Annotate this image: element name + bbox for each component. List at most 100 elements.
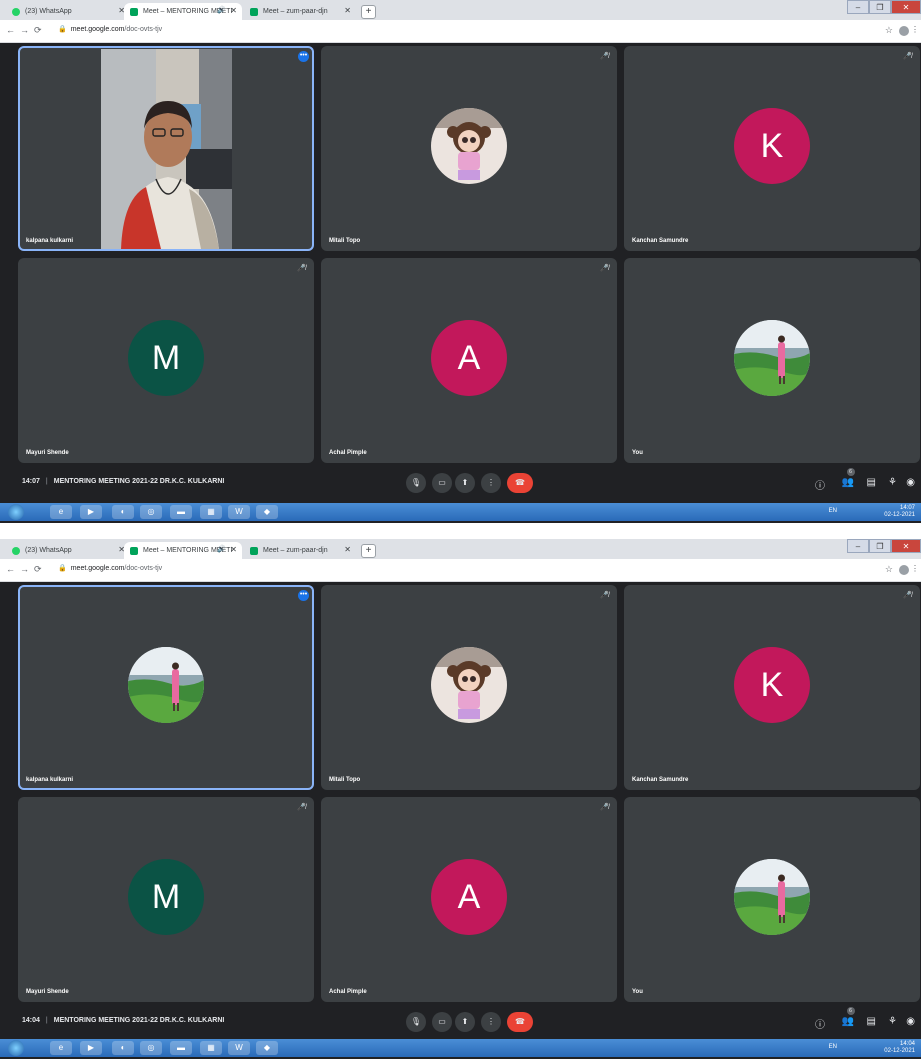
- participant-tile[interactable]: ••• kalpana kulkarni: [18, 46, 314, 251]
- calendar-icon[interactable]: ▦: [200, 1041, 222, 1055]
- tab-meet-other[interactable]: Meet – zum-paar-djn ✕: [244, 542, 356, 559]
- minimize-button[interactable]: –: [847, 539, 869, 553]
- participant-tile[interactable]: You: [624, 797, 920, 1002]
- word-icon[interactable]: W: [228, 1041, 250, 1055]
- meeting-details[interactable]: 14:04 | MENTORING MEETING 2021-22 DR.K.C. …: [22, 1017, 224, 1024]
- extension-icon[interactable]: [899, 565, 909, 575]
- activities-icon[interactable]: ⚘: [888, 477, 897, 488]
- chat-icon[interactable]: ▤: [867, 477, 876, 488]
- media-player-icon[interactable]: ▶: [80, 505, 102, 519]
- close-icon[interactable]: ✕: [344, 6, 351, 15]
- mic-off-icon: 🎤̸: [600, 804, 609, 811]
- close-icon[interactable]: ✕: [344, 545, 351, 554]
- meeting-time: 14:04: [22, 1017, 40, 1024]
- bookmark-star-icon[interactable]: ☆: [885, 25, 893, 36]
- media-player-icon[interactable]: ▶: [80, 1041, 102, 1055]
- participant-tile[interactable]: You: [624, 258, 920, 463]
- new-tab-button[interactable]: +: [361, 5, 376, 19]
- present-button[interactable]: ⬆: [455, 473, 475, 493]
- participant-tile[interactable]: 🎤̸ Mitali Topo: [321, 585, 617, 790]
- folder-icon[interactable]: ▬: [170, 505, 192, 519]
- forward-icon[interactable]: →: [20, 564, 29, 574]
- present-button[interactable]: ⬆: [455, 1012, 475, 1032]
- bookmark-star-icon[interactable]: ☆: [885, 564, 893, 575]
- restore-button[interactable]: ❐: [869, 539, 891, 553]
- tab-meet-active[interactable]: Meet – MENTORING MEETI 🔊 ✕: [124, 3, 242, 20]
- url-field[interactable]: 🔒 meet.google.com/doc-ovts-tjv: [58, 25, 162, 33]
- tab-whatsapp[interactable]: (23) WhatsApp ✕: [6, 3, 130, 20]
- new-tab-button[interactable]: +: [361, 544, 376, 558]
- participant-tile[interactable]: A 🎤̸ Achal Pimple: [321, 258, 617, 463]
- close-icon[interactable]: ✕: [230, 545, 237, 554]
- start-button[interactable]: [8, 504, 24, 520]
- info-icon[interactable]: ⓘ: [815, 477, 825, 492]
- leave-call-button[interactable]: ☎: [507, 473, 533, 493]
- speaker-icon[interactable]: 🔊: [217, 545, 226, 553]
- browser-menu-icon[interactable]: ⋮: [911, 564, 919, 573]
- mic-off-icon: 🎤̸: [600, 53, 609, 60]
- pdf-icon[interactable]: ◆: [256, 505, 278, 519]
- participant-tile[interactable]: ••• kalpana kulkarni: [18, 585, 314, 790]
- forward-icon[interactable]: →: [20, 25, 29, 35]
- participant-tile[interactable]: K 🎤̸ Kanchan Samundre: [624, 46, 920, 251]
- system-clock[interactable]: 14:07 02-12-2021: [884, 505, 915, 519]
- chat-icon[interactable]: ▤: [867, 1016, 876, 1027]
- tab-whatsapp[interactable]: (23) WhatsApp ✕: [6, 542, 130, 559]
- more-options-button[interactable]: ⋮: [481, 473, 501, 493]
- back-icon[interactable]: ←: [6, 564, 15, 574]
- word-icon[interactable]: W: [228, 505, 250, 519]
- minimize-button[interactable]: –: [847, 0, 869, 14]
- camera-button[interactable]: ▭: [432, 473, 452, 493]
- reload-icon[interactable]: ⟳: [34, 564, 42, 575]
- more-options-button[interactable]: ⋮: [481, 1012, 501, 1032]
- participant-tile[interactable]: A 🎤̸ Achal Pimple: [321, 797, 617, 1002]
- leave-call-button[interactable]: ☎: [507, 1012, 533, 1032]
- ie-icon[interactable]: e: [50, 1041, 72, 1055]
- tab-meet-active[interactable]: Meet – MENTORING MEETI 🔊 ✕: [124, 542, 242, 559]
- reload-icon[interactable]: ⟳: [34, 25, 42, 36]
- activities-icon[interactable]: ⚘: [888, 1016, 897, 1027]
- participant-tile[interactable]: 🎤̸ Mitali Topo: [321, 46, 617, 251]
- url-field[interactable]: 🔒 meet.google.com/doc-ovts-tjv: [58, 564, 162, 572]
- more-options-icon[interactable]: •••: [298, 590, 309, 601]
- info-icon[interactable]: ⓘ: [815, 1016, 825, 1031]
- meeting-title: MENTORING MEETING 2021-22 DR.K.C. KULKAR…: [53, 478, 225, 485]
- host-controls-icon[interactable]: ◉: [906, 477, 915, 488]
- back-icon[interactable]: ←: [6, 25, 15, 35]
- folder-icon[interactable]: ▬: [170, 1041, 192, 1055]
- participant-tile[interactable]: M 🎤̸ Mayuri Shende: [18, 797, 314, 1002]
- meeting-details[interactable]: 14:07 | MENTORING MEETING 2021-22 DR.K.C. …: [22, 478, 224, 485]
- tab-label: (23) WhatsApp: [25, 547, 72, 554]
- people-icon[interactable]: 👥 6: [842, 1007, 855, 1027]
- tab-meet-other[interactable]: Meet – zum-paar-djn ✕: [244, 3, 356, 20]
- meet-control-bar: 14:04 | MENTORING MEETING 2021-22 DR.K.C. …: [0, 1007, 921, 1037]
- close-icon[interactable]: ✕: [230, 6, 237, 15]
- host-controls-icon[interactable]: ◉: [906, 1016, 915, 1027]
- chrome-icon[interactable]: ◎: [140, 505, 162, 519]
- microphone-button[interactable]: 🎙: [406, 473, 426, 493]
- pdf-icon[interactable]: ◆: [256, 1041, 278, 1055]
- close-window-button[interactable]: ✕: [891, 0, 921, 14]
- participant-tile[interactable]: M 🎤̸ Mayuri Shende: [18, 258, 314, 463]
- restore-button[interactable]: ❐: [869, 0, 891, 14]
- system-clock[interactable]: 14:04 02-12-2021: [884, 1041, 915, 1055]
- more-options-icon[interactable]: •••: [298, 51, 309, 62]
- firefox-icon[interactable]: ◐: [112, 505, 134, 519]
- language-indicator[interactable]: EN: [829, 508, 837, 514]
- chrome-icon[interactable]: ◎: [140, 1041, 162, 1055]
- participant-tile[interactable]: K 🎤̸ Kanchan Samundre: [624, 585, 920, 790]
- microphone-button[interactable]: 🎙: [406, 1012, 426, 1032]
- close-window-button[interactable]: ✕: [891, 539, 921, 553]
- tab-label: Meet – zum-paar-djn: [263, 547, 328, 554]
- ie-icon[interactable]: e: [50, 505, 72, 519]
- start-button[interactable]: [8, 1040, 24, 1056]
- calendar-icon[interactable]: ▦: [200, 505, 222, 519]
- extension-icon[interactable]: [899, 26, 909, 36]
- browser-menu-icon[interactable]: ⋮: [911, 25, 919, 34]
- speaker-icon[interactable]: 🔊: [217, 6, 226, 14]
- camera-button[interactable]: ▭: [432, 1012, 452, 1032]
- people-icon[interactable]: 👥 6: [842, 468, 855, 488]
- firefox-icon[interactable]: ◐: [112, 1041, 134, 1055]
- language-indicator[interactable]: EN: [829, 1044, 837, 1050]
- window-controls: – ❐ ✕: [847, 0, 921, 14]
